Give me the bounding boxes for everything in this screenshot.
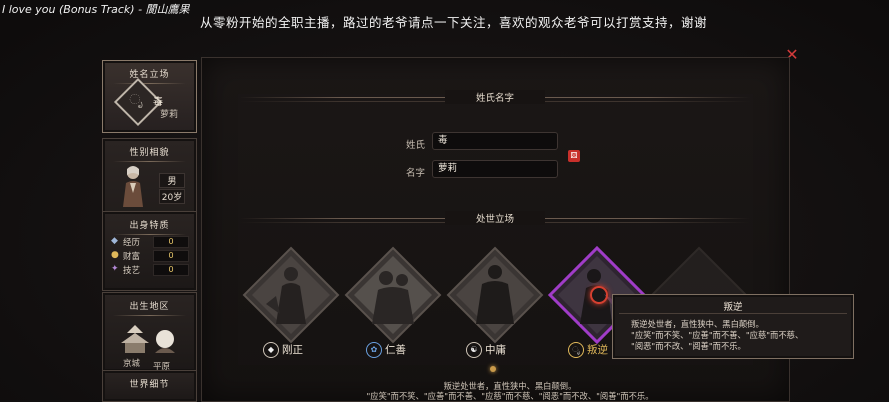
stance-description: 叛逆处世者，直性狭中、黑白颠倒。 "应笑"而不笑、"应善"而不善、"应慈"而不慈… xyxy=(366,381,654,401)
age-value: 20岁 xyxy=(159,189,185,204)
moderate-icon: ☯ xyxy=(466,342,482,358)
stream-track-title: I love you (Bonus Track) - 閬山鷹果 xyxy=(2,3,190,16)
stance-label-benevolent[interactable]: ✿ 仁善 xyxy=(366,342,406,358)
gender-value: 男 xyxy=(159,173,185,188)
rebellious-icon: ೃ xyxy=(568,342,584,358)
sidebar: 姓名立场 ೃ 毒 萝莉 性别相貌 男 20岁 出身特质 ◆ 经历 0 ● 财富 … xyxy=(102,60,197,402)
stance-label-moderate[interactable]: ☯ 中庸 xyxy=(466,342,506,358)
birthplace-region: 京城 xyxy=(123,359,141,369)
rebellious-icon: ೃ xyxy=(129,92,143,108)
stance-label-rebellious[interactable]: ೃ 叛逆 xyxy=(568,342,608,358)
sidebar-item-label: 姓名立场 xyxy=(129,70,170,80)
sidebar-item-name-stance[interactable]: 姓名立场 ೃ 毒 萝莉 xyxy=(102,60,197,133)
benevolent-portrait xyxy=(344,246,442,344)
badge-given-name: 萝莉 xyxy=(160,110,179,120)
stance-label-upright[interactable]: ◆ 刚正 xyxy=(263,342,303,358)
birthplace-illustration xyxy=(121,325,175,353)
stance-card-upright[interactable] xyxy=(240,244,342,346)
given-name-label: 名字 xyxy=(406,168,426,179)
skill-icon: ✦ xyxy=(111,264,119,274)
given-name-input[interactable] xyxy=(432,160,558,178)
character-portrait xyxy=(123,166,143,207)
tooltip-title: 叛逆 xyxy=(723,302,743,313)
sidebar-item-birthplace[interactable]: 出生地区 京城 平原 xyxy=(102,292,197,372)
wealth-icon: ● xyxy=(111,250,119,260)
upright-portrait xyxy=(242,246,340,344)
sidebar-item-label: 出身特质 xyxy=(129,221,170,231)
trait-row-wealth: ● 财富 0 xyxy=(111,250,189,262)
badge-surname: 毒 xyxy=(153,97,163,108)
name-section-header: 姓氏名字 xyxy=(240,88,750,108)
scroll-indicator xyxy=(490,366,496,372)
stance-card-moderate[interactable] xyxy=(444,244,546,346)
stance-tooltip: 叛逆 叛逆处世者，直性狭中、黑白颠倒。 "应笑"而不笑、"应善"而不善、"应慈"… xyxy=(612,294,854,359)
experience-icon: ◆ xyxy=(111,236,118,246)
sidebar-item-label: 性别相貌 xyxy=(129,148,170,158)
divider xyxy=(113,234,186,235)
randomize-dice-icon[interactable]: ⚄ xyxy=(568,150,580,162)
trait-row-experience: ◆ 经历 0 xyxy=(111,236,189,248)
section-title: 处世立场 xyxy=(445,211,545,225)
surname-input[interactable] xyxy=(432,132,558,150)
sidebar-item-world-details[interactable]: 世界细节 xyxy=(102,370,197,402)
benevolent-icon: ✿ xyxy=(366,342,382,358)
section-title: 姓氏名字 xyxy=(445,90,545,104)
surname-label: 姓氏 xyxy=(406,140,426,151)
stance-card-benevolent[interactable] xyxy=(342,244,444,346)
sidebar-item-label: 世界细节 xyxy=(129,380,170,390)
selection-marker-icon xyxy=(590,286,608,304)
sidebar-item-origin-traits[interactable]: 出身特质 ◆ 经历 0 ● 财富 0 ✦ 技艺 0 xyxy=(102,211,197,291)
trait-row-skill: ✦ 技艺 0 xyxy=(111,264,189,276)
stance-section-header: 处世立场 xyxy=(240,209,750,229)
sidebar-item-label: 出生地区 xyxy=(129,302,170,312)
divider xyxy=(113,161,186,162)
divider xyxy=(619,313,847,314)
upright-icon: ◆ xyxy=(263,342,279,358)
tooltip-body: 叛逆处世者，直性狭中、黑白颠倒。 "应笑"而不笑、"应善"而不善、"应慈"而不慈… xyxy=(631,319,804,351)
divider xyxy=(113,83,186,84)
stream-banner: 从零粉开始的全职主播，路过的老爷请点一下关注，喜欢的观众老爷可以打赏支持，谢谢 xyxy=(200,15,708,30)
moderate-portrait xyxy=(446,246,544,344)
